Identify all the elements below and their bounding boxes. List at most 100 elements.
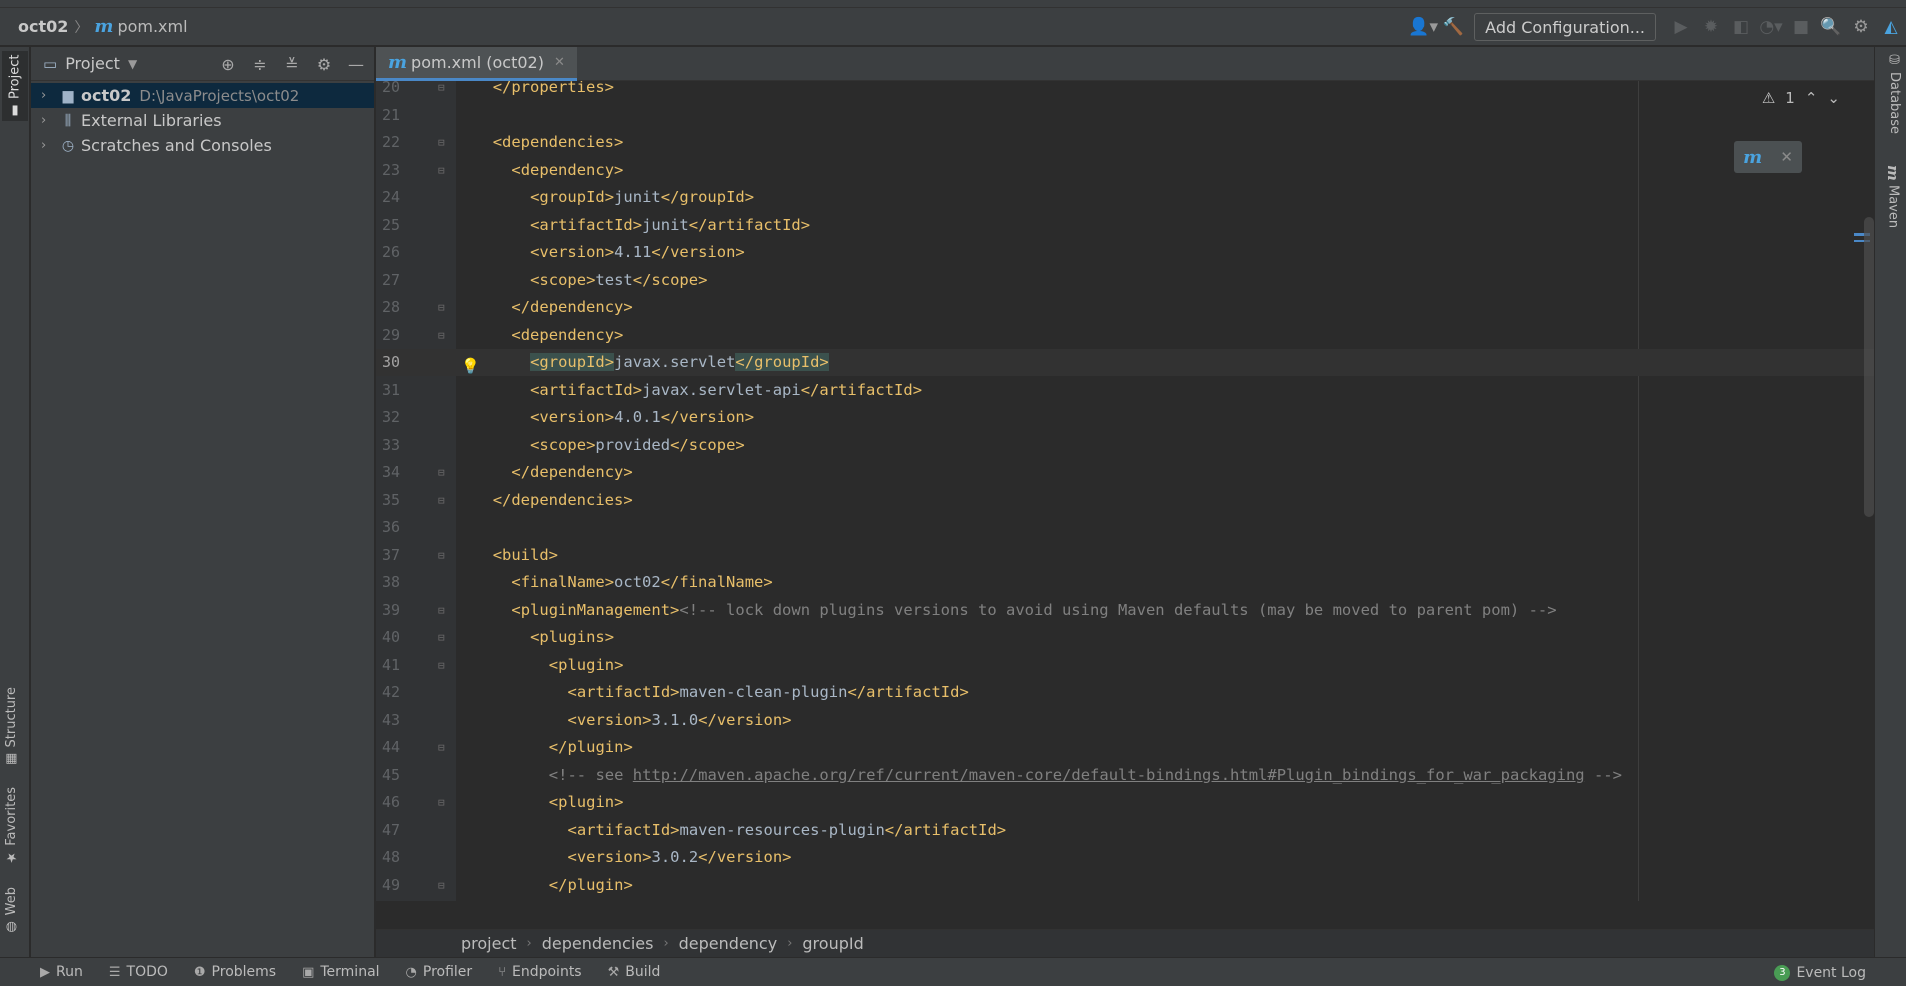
run-icon[interactable]: ▶ [1666,12,1696,42]
gear-icon[interactable]: ⚙ [312,55,336,74]
code-line[interactable]: 47 <artifactId>maven-resources-plugin</ar… [376,817,1874,844]
nav-project-name[interactable]: oct02 [18,17,68,36]
fold-marker-icon[interactable]: ⊟ [438,81,445,101]
code-line[interactable]: 40 ⊟ <plugins> [376,624,1874,651]
tree-item-external-libraries[interactable]: › ⫼ External Libraries [31,108,374,133]
code-line[interactable]: 21 [376,102,1874,129]
code-line[interactable]: 41 ⊟ <plugin> [376,652,1874,679]
fold-marker-icon[interactable]: ⊟ [438,294,445,321]
tool-todo[interactable]: ☰ TODO [109,964,168,980]
search-icon[interactable]: 🔍 [1816,12,1846,42]
code-line[interactable]: 32 <version>4.0.1</version> [376,404,1874,431]
tool-endpoints[interactable]: ⑂ Endpoints [498,964,581,980]
gear-icon[interactable]: ⚙ [1846,12,1876,42]
coverage-icon[interactable]: ◧ [1726,12,1756,42]
code-line[interactable]: 34 ⊟ </dependency> [376,459,1874,486]
code-line[interactable]: 24 <groupId>junit</groupId> [376,184,1874,211]
tool-tab-web[interactable]: ◍ Web [4,887,19,934]
breadcrumb-groupid[interactable]: groupId [802,934,863,953]
fold-marker-icon[interactable]: ⊟ [438,459,445,486]
add-configuration-button[interactable]: Add Configuration... [1474,13,1656,41]
code-line[interactable]: 39 ⊟ <pluginManagement><!-- lock down plug… [376,597,1874,624]
fold-marker-icon[interactable]: ⊟ [438,322,445,349]
debug-icon[interactable]: ✹ [1696,12,1726,42]
code-line[interactable]: 30 💡 <groupId>javax.servlet</groupId> [376,349,1874,376]
fold-marker-icon[interactable]: ⊟ [438,597,445,624]
code-line[interactable]: 23 ⊟ <dependency> [376,157,1874,184]
code-line[interactable]: 42 <artifactId>maven-clean-plugin</artifa… [376,679,1874,706]
code-line[interactable]: 28 ⊟ </dependency> [376,294,1874,321]
chevron-right-icon[interactable]: › [41,138,57,153]
breadcrumb-dependency[interactable]: dependency [679,934,778,953]
code-line[interactable]: 37 ⊟ <build> [376,542,1874,569]
code-line[interactable]: 43 <version>3.1.0</version> [376,707,1874,734]
code-link[interactable]: http://maven.apache.org/ref/current/mave… [633,766,1585,784]
hide-icon[interactable]: — [344,55,368,74]
fold-marker-icon[interactable]: ⊟ [438,129,445,156]
build-hammer-icon[interactable]: 🔨 [1438,12,1468,42]
code-line[interactable]: 50 ⊟ <plugin> [376,899,1874,901]
code-line[interactable]: 35 ⊟ </dependencies> [376,487,1874,514]
tool-tab-structure[interactable]: ▦ Structure [4,687,19,766]
fold-marker-icon[interactable]: ⊟ [438,157,445,184]
tool-tab-database[interactable]: ⛁ Database [1887,53,1902,134]
warning-icon[interactable]: ⚠ [1762,89,1775,107]
fold-marker-icon[interactable]: ⊟ [438,487,445,514]
tool-tab-favorites[interactable]: ★ Favorites [4,787,19,865]
code-line[interactable]: 25 <artifactId>junit</artifactId> [376,212,1874,239]
code-line[interactable]: 48 <version>3.0.2</version> [376,844,1874,871]
project-panel-title[interactable]: Project [65,54,120,73]
code-line[interactable]: 26 <version>4.11</version> [376,239,1874,266]
vertical-scrollbar[interactable] [1864,217,1874,517]
fold-marker-icon[interactable]: ⊟ [438,789,445,816]
breadcrumb-dependencies[interactable]: dependencies [542,934,654,953]
code-line[interactable]: 44 ⊟ </plugin> [376,734,1874,761]
profile-icon[interactable]: ◔▾ [1756,12,1786,42]
code-line[interactable]: 27 <scope>test</scope> [376,267,1874,294]
expand-all-icon[interactable]: ≑ [248,55,272,74]
user-icon[interactable]: 👤▾ [1408,12,1438,42]
tool-build[interactable]: ⚒ Build [608,964,661,980]
tool-tab-maven[interactable]: m Maven [1884,165,1902,228]
chevron-right-icon[interactable]: › [41,88,57,103]
locate-icon[interactable]: ⊕ [216,55,240,74]
tool-profiler[interactable]: ◔ Profiler [406,964,473,980]
code-line[interactable]: 31 <artifactId>javax.servlet-api</artifac… [376,377,1874,404]
close-icon[interactable]: ✕ [1780,148,1793,166]
fold-marker-icon[interactable]: ⊟ [438,542,445,569]
tree-item-oct02[interactable]: › ▆ oct02 D:\JavaProjects\oct02 [31,83,374,108]
code-line[interactable]: 46 ⊟ <plugin> [376,789,1874,816]
tool-tab-project[interactable]: ▮ Project [2,51,28,121]
code-line[interactable]: 49 ⊟ </plugin> [376,872,1874,899]
plugin-icon[interactable]: ◭ [1876,12,1906,42]
collapse-all-icon[interactable]: ≚ [280,55,304,74]
tool-problems[interactable]: ❶ Problems [194,964,276,980]
tree-item-scratches[interactable]: › ◷ Scratches and Consoles [31,133,374,158]
code-line[interactable]: 38 <finalName>oct02</finalName> [376,569,1874,596]
close-icon[interactable]: ✕ [554,55,565,70]
code-line[interactable]: 29 ⊟ <dependency> [376,322,1874,349]
code-line[interactable]: 33 <scope>provided</scope> [376,432,1874,459]
code-line[interactable]: 20 ⊟ </properties> [376,81,1874,101]
warning-count[interactable]: 1 [1785,89,1795,107]
fold-marker-icon[interactable]: ⊟ [438,872,445,899]
code-line[interactable]: 36 [376,514,1874,541]
fold-marker-icon[interactable]: ⊟ [438,734,445,761]
maven-reload-icon[interactable]: m [1743,147,1762,168]
fold-marker-icon[interactable]: ⊟ [438,899,445,901]
code-line[interactable]: 22 ⊟ <dependencies> [376,129,1874,156]
tool-terminal[interactable]: ▣ Terminal [302,964,379,980]
chevron-right-icon[interactable]: › [41,113,57,128]
chevron-down-icon[interactable]: ▼ [128,57,137,71]
fold-marker-icon[interactable]: ⊟ [438,652,445,679]
breadcrumb-project[interactable]: project [461,934,517,953]
tab-pom-xml[interactable]: m pom.xml (oct02) ✕ [376,47,577,81]
chevron-down-icon[interactable]: ⌄ [1827,89,1840,107]
event-log[interactable]: 3 Event Log [1774,958,1866,986]
stop-icon[interactable]: ■ [1786,12,1816,42]
fold-marker-icon[interactable]: ⊟ [438,624,445,651]
code-editor[interactable]: 20 ⊟ </properties> 21 22 ⊟ <dependencies> 23 ⊟ <d… [376,81,1874,901]
code-line[interactable]: 45 <!-- see http://maven.apache.org/ref/c… [376,762,1874,789]
chevron-up-icon[interactable]: ⌃ [1805,89,1818,107]
tool-run[interactable]: ▶ Run [40,964,83,980]
